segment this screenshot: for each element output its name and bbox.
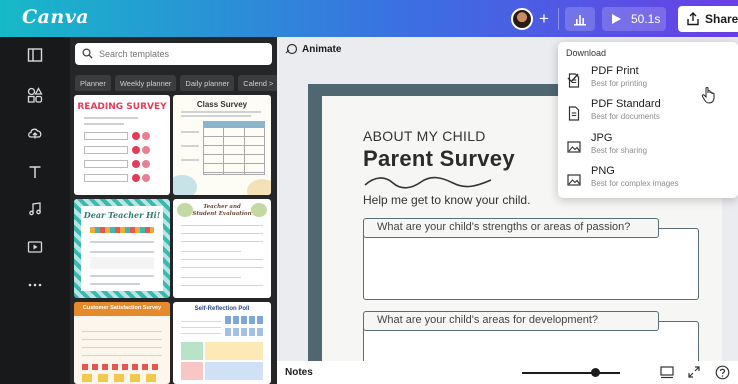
- filter-chips: Planner Weekly planner Daily planner Calend…: [75, 73, 277, 91]
- more-icon: [28, 283, 42, 287]
- image-icon: [567, 174, 581, 186]
- template-reading-survey[interactable]: READING SURVEY: [74, 95, 170, 195]
- plus-icon[interactable]: +: [534, 9, 554, 29]
- question-1-box[interactable]: [363, 228, 699, 300]
- animate-label: Animate: [302, 44, 342, 55]
- canva-logo[interactable]: Canva: [22, 6, 89, 28]
- template-class-survey[interactable]: Class Survey: [173, 95, 271, 195]
- doc-title[interactable]: Parent Survey: [363, 146, 515, 172]
- divider: [558, 8, 559, 30]
- share-label: Share: [705, 12, 738, 26]
- zoom-slider-thumb[interactable]: [591, 368, 600, 377]
- help-icon[interactable]: [715, 365, 730, 380]
- audio-icon: [29, 202, 41, 216]
- download-menu: Download PDF Print Best for printing PDF…: [558, 42, 738, 198]
- share-icon: [687, 12, 699, 26]
- uploads-icon: [28, 128, 42, 139]
- top-bar: Canva + 50.1s Share: [0, 0, 738, 37]
- user-avatar[interactable]: [511, 8, 533, 30]
- template-title: READING SURVEY: [77, 102, 167, 112]
- template-title: Customer Satisfaction Survey: [82, 305, 162, 311]
- question-1-label[interactable]: What are your child's strengths or areas…: [363, 218, 659, 238]
- download-option-png[interactable]: PNG Best for complex images: [558, 164, 738, 197]
- zoom-slider[interactable]: [522, 372, 620, 374]
- option-title: PNG: [591, 165, 615, 177]
- rail-audio[interactable]: [21, 195, 49, 223]
- rail-uploads[interactable]: [21, 119, 49, 147]
- analytics-button[interactable]: [565, 7, 595, 31]
- document-icon: [568, 106, 580, 121]
- bottom-bar: Notes: [277, 361, 738, 384]
- template-customer-survey[interactable]: Customer Satisfaction Survey: [74, 302, 170, 384]
- option-description: Best for complex images: [591, 179, 679, 188]
- search-input[interactable]: [99, 46, 264, 62]
- option-description: Best for printing: [591, 79, 648, 88]
- template-title: Self-Reflection Poll: [194, 306, 250, 312]
- templates-panel: PlannerWeekly plannerDaily plannerCalend…: [70, 37, 277, 384]
- pages-icon[interactable]: [659, 365, 675, 379]
- template-title: Teacher and Student Evaluation: [192, 204, 252, 217]
- chip-daily-planner[interactable]: Daily planner: [180, 75, 235, 91]
- text-icon: [29, 166, 41, 178]
- doc-kicker[interactable]: ABOUT MY CHILD: [363, 128, 486, 144]
- chip-planner[interactable]: Planner: [75, 75, 111, 91]
- elements-icon: [27, 87, 43, 103]
- rail-more[interactable]: [21, 271, 49, 299]
- canva-editor: Canva + 50.1s Share Search templates Pla…: [0, 0, 738, 384]
- play-icon: [612, 14, 621, 24]
- download-menu-header: Download: [566, 48, 607, 58]
- checkmark-icon: [567, 73, 579, 83]
- image-icon: [567, 141, 581, 153]
- template-dear-teacher[interactable]: Dear Teacher Hi!: [74, 199, 170, 298]
- doc-subtitle[interactable]: Help me get to know your child.: [363, 193, 530, 207]
- search-icon: [82, 48, 93, 59]
- hand-cursor-icon: [701, 87, 715, 104]
- rail-video[interactable]: [21, 233, 49, 261]
- notes-button[interactable]: Notes: [285, 367, 313, 378]
- template-title: Class Survey: [196, 100, 248, 109]
- presentation-duration: 50.1s: [631, 12, 661, 26]
- option-description: Best for documents: [591, 112, 660, 121]
- template-title: Dear Teacher Hi!: [83, 210, 161, 220]
- question-2-label[interactable]: What are your child's areas for developm…: [363, 311, 659, 331]
- fullscreen-icon[interactable]: [687, 365, 701, 379]
- option-title: PDF Standard: [591, 98, 661, 110]
- option-title: PDF Print: [591, 65, 639, 77]
- template-self-reflection[interactable]: Self-Reflection Poll: [173, 302, 271, 384]
- template-teacher-evaluation[interactable]: Teacher and Student Evaluation: [173, 199, 271, 298]
- download-option-jpg[interactable]: JPG Best for sharing: [558, 131, 738, 164]
- chip-calendar[interactable]: Calend >: [238, 75, 277, 91]
- template-search[interactable]: [75, 43, 272, 65]
- rail-text[interactable]: [21, 158, 49, 186]
- share-button[interactable]: Share: [678, 6, 738, 32]
- option-title: JPG: [591, 132, 613, 144]
- video-icon: [27, 241, 43, 253]
- animate-icon: [285, 43, 298, 55]
- layout-icon: [27, 48, 43, 62]
- rail-design[interactable]: [21, 41, 49, 69]
- chip-weekly-planner[interactable]: Weekly planner: [114, 75, 177, 91]
- side-rail: [0, 37, 70, 384]
- analytics-icon: [574, 15, 586, 26]
- option-description: Best for sharing: [591, 146, 648, 155]
- present-button[interactable]: 50.1s: [602, 7, 666, 31]
- squiggle-decoration[interactable]: [363, 174, 493, 190]
- rail-elements[interactable]: [21, 81, 49, 109]
